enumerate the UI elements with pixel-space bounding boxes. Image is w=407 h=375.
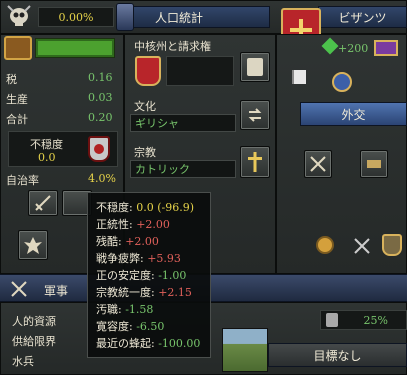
tooltip-line-value: -1.58	[125, 303, 154, 316]
culture-box: ギリシャ	[130, 114, 236, 132]
tooltip-line-value: +2.15	[158, 286, 192, 299]
tooltip-line-value: +5.93	[147, 252, 181, 265]
autonomy-value: 4.0%	[88, 172, 116, 185]
coins-icon[interactable]	[316, 236, 334, 254]
province-image	[222, 328, 268, 372]
treasure-chest-icon	[4, 36, 32, 60]
tax-value: 0.16	[88, 71, 113, 84]
convert-culture-button[interactable]	[240, 100, 270, 130]
army-crown-icon[interactable]	[332, 72, 352, 92]
supply-limit-label: 供給限界	[12, 335, 56, 348]
manpower-label: 人的資源	[12, 315, 56, 328]
diplomacy-label: 外交	[341, 107, 366, 122]
scroll-ornament-icon	[116, 3, 134, 31]
tooltip-line-label: 汚職:	[96, 303, 126, 316]
tooltip-line-label: 正統性:	[96, 218, 137, 231]
tooltip-line: 汚職: -1.58	[96, 301, 204, 318]
diplomacy-button[interactable]: 外交	[300, 102, 407, 126]
tooltip-line-value: -1.00	[158, 269, 187, 282]
military-action-button[interactable]	[304, 150, 332, 178]
tab-title: 人口統計	[155, 10, 204, 25]
tooltip-line: 最近の蜂起: -100.00	[96, 335, 204, 352]
sailors-label: 水兵	[12, 355, 34, 368]
production-label: 生産	[6, 93, 28, 106]
tooltip-line-label: 寛容度:	[96, 320, 137, 333]
hammer-icon	[367, 160, 381, 168]
tooltip-line-value: +2.00	[136, 218, 170, 231]
military-title: 軍事	[44, 284, 69, 298]
crossed-swords-icon	[10, 280, 28, 298]
religion-box: カトリック	[130, 160, 236, 178]
tooltip-line-label: 正の安定度:	[96, 269, 159, 282]
total-label: 合計	[6, 113, 28, 126]
tooltip-line-value: +2.00	[125, 235, 159, 248]
convert-religion-button[interactable]	[240, 146, 270, 178]
culture-label: 文化	[134, 100, 156, 113]
unrest-tooltip: 不穏度: 0.0 (-96.9) 正統性: +2.00 残酷: +2.00 戦争疲弊:…	[87, 192, 211, 358]
religion-value: カトリック	[135, 163, 190, 176]
goal-label: 目標なし	[313, 348, 362, 363]
nation-name-banner: ビザンツ	[318, 6, 407, 28]
tooltip-lines: 不穏度: 0.0 (-96.9) 正統性: +2.00 残酷: +2.00 戦争疲弊:…	[96, 199, 204, 352]
tooltip-line-label: 残酷:	[96, 235, 126, 248]
eagle-emblem-button[interactable]	[18, 230, 48, 260]
tooltip-line-label: 最近の蜂起:	[96, 337, 159, 350]
progress-icon	[326, 313, 338, 327]
tooltip-line-value: 0.0 (-96.9)	[136, 201, 194, 214]
tooltip-line: 寛容度: -6.50	[96, 318, 204, 335]
nation-name: ビザンツ	[338, 10, 387, 25]
build-action-button[interactable]	[360, 150, 388, 178]
tooltip-line: 残酷: +2.00	[96, 233, 204, 250]
shield-icon[interactable]	[382, 234, 402, 256]
decrease-autonomy-button[interactable]	[28, 190, 58, 216]
unrest-shield-icon[interactable]	[88, 136, 110, 162]
tooltip-line-value: -6.50	[136, 320, 165, 333]
tooltip-line: 戦争疲弊: +5.93	[96, 250, 204, 267]
tooltip-line-value: -100.00	[158, 337, 201, 350]
development-bar	[35, 38, 115, 58]
percent-value: 0.00%	[58, 10, 94, 24]
plus-value: +200	[338, 42, 369, 55]
tab-demographics[interactable]: 人口統計	[124, 6, 270, 28]
religion-label: 宗教	[134, 146, 156, 159]
tooltip-line-label: 不穏度:	[96, 201, 137, 214]
close-icon[interactable]	[4, 2, 34, 32]
no-target-button[interactable]: 目標なし	[268, 343, 407, 367]
tax-label: 税	[6, 73, 17, 86]
document-icon	[247, 58, 263, 76]
flag-icon[interactable]	[292, 70, 306, 84]
autonomy-label: 自治率	[6, 174, 39, 187]
tooltip-line: 宗教統一度: +2.15	[96, 284, 204, 301]
tooltip-line: 正の安定度: -1.00	[96, 267, 204, 284]
tooltip-line-label: 戦争疲弊:	[96, 252, 148, 265]
culture-value: ギリシャ	[135, 117, 179, 130]
total-value: 0.20	[88, 111, 113, 124]
tooltip-line: 不穏度: 0.0 (-96.9)	[96, 199, 204, 216]
percent-box: 0.00%	[38, 7, 114, 27]
unrest-value: 0.0	[38, 151, 56, 164]
crown-icon	[374, 40, 398, 56]
tooltip-line-label: 宗教統一度:	[96, 286, 159, 299]
progress-value: 25%	[363, 313, 388, 327]
core-claims-label: 中核州と請求権	[134, 40, 211, 53]
core-shield-icon[interactable]	[135, 56, 161, 86]
swords-icon[interactable]	[352, 236, 372, 256]
tooltip-line: 正統性: +2.00	[96, 216, 204, 233]
production-value: 0.03	[88, 91, 113, 104]
unrest-label: 不穏度	[30, 138, 63, 151]
claims-document-button[interactable]	[240, 52, 270, 82]
core-list-box	[166, 56, 234, 86]
